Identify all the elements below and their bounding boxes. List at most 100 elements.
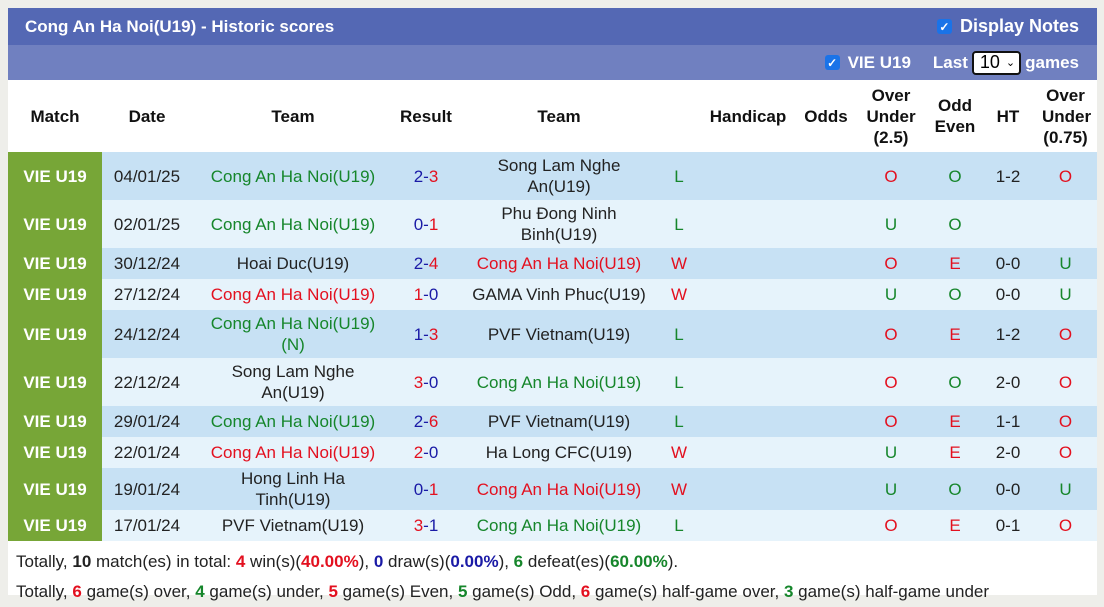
home-team[interactable]: Cong An Ha Noi(U19) (192, 279, 394, 310)
odd-even: O (928, 279, 982, 310)
table-header-row: Match Date Team Result Team Handicap Odds Over … (8, 80, 1097, 152)
column-header-odd-even: Odd Even (934, 96, 976, 136)
odds (798, 310, 854, 358)
away-team[interactable]: GAMA Vinh Phuc(U19) (458, 279, 660, 310)
table-row[interactable]: VIE U19 22/12/24 Song Lam Nghe An(U19) 3-0 C… (8, 358, 1097, 406)
away-score: 0 (428, 285, 439, 304)
over-under-0-75: O (1034, 437, 1097, 468)
odd-even: E (928, 437, 982, 468)
league-badge[interactable]: VIE U19 (8, 310, 102, 358)
odd-even: E (928, 248, 982, 279)
table-row[interactable]: VIE U19 04/01/25 Cong An Ha Noi(U19) 2-3 Son… (8, 152, 1097, 200)
over-under-2-5: O (854, 152, 928, 200)
summary-text: game(s) Odd, (467, 582, 581, 601)
table-row[interactable]: VIE U19 24/12/24 Cong An Ha Noi(U19) (N) 1-… (8, 310, 1097, 358)
half-time-score: 0-0 (982, 279, 1034, 310)
away-team[interactable]: Cong An Ha Noi(U19) (458, 510, 660, 541)
handicap (698, 468, 798, 510)
column-header-result: Result (400, 106, 452, 126)
league-badge[interactable]: VIE U19 (8, 152, 102, 200)
summary-results-line: Totally, 10 match(es) in total: 4 win(s)… (16, 547, 1089, 577)
table-row[interactable]: VIE U19 30/12/24 Hoai Duc(U19) 2-4 Cong An H… (8, 248, 1097, 279)
home-team[interactable]: Hong Linh Ha Tinh(U19) (192, 468, 394, 510)
historic-scores-panel: Cong An Ha Noi(U19) - Historic scores ✓ … (8, 8, 1097, 601)
handicap (698, 437, 798, 468)
half-time-score: 0-1 (982, 510, 1034, 541)
away-team[interactable]: Song Lam Nghe An(U19) (458, 152, 660, 200)
match-score[interactable]: 3-0 (394, 358, 458, 406)
league-badge[interactable]: VIE U19 (8, 468, 102, 510)
away-team[interactable]: Ha Long CFC(U19) (458, 437, 660, 468)
league-badge[interactable]: VIE U19 (8, 200, 102, 248)
league-badge[interactable]: VIE U19 (8, 279, 102, 310)
over-under-0-75 (1034, 200, 1097, 248)
summary-stat-value: 0.00% (450, 552, 499, 571)
table-row[interactable]: VIE U19 22/01/24 Cong An Ha Noi(U19) 2-0 Ha … (8, 437, 1097, 468)
match-score[interactable]: 2-0 (394, 437, 458, 468)
games-count-select[interactable]: 10 ⌄ (971, 50, 1022, 75)
match-result: L (660, 510, 698, 541)
away-team[interactable]: Cong An Ha Noi(U19) (458, 248, 660, 279)
away-score: 1 (428, 516, 439, 535)
scores-table: Match Date Team Result Team Handicap Odds Over … (8, 80, 1097, 541)
handicap (698, 358, 798, 406)
odds (798, 468, 854, 510)
match-result: W (660, 468, 698, 510)
match-score[interactable]: 0-1 (394, 468, 458, 510)
match-score[interactable]: 2-6 (394, 406, 458, 437)
odd-even: O (928, 152, 982, 200)
home-team[interactable]: PVF Vietnam(U19) (192, 510, 394, 541)
odds (798, 200, 854, 248)
summary-stat-value: 6 (513, 552, 524, 571)
league-badge[interactable]: VIE U19 (8, 510, 102, 541)
home-score: 1 (413, 285, 424, 304)
odd-even: O (928, 200, 982, 248)
summary-text: defeat(es)( (523, 552, 611, 571)
league-filter[interactable]: ✓ VIE U19 (824, 53, 911, 73)
league-badge[interactable]: VIE U19 (8, 248, 102, 279)
away-team[interactable]: Cong An Ha Noi(U19) (458, 358, 660, 406)
home-team[interactable]: Cong An Ha Noi(U19) (192, 152, 394, 200)
chevron-down-icon: ⌄ (1005, 57, 1016, 69)
match-score[interactable]: 3-1 (394, 510, 458, 541)
away-team[interactable]: PVF Vietnam(U19) (458, 406, 660, 437)
table-row[interactable]: VIE U19 17/01/24 PVF Vietnam(U19) 3-1 Cong A… (8, 510, 1097, 541)
match-score[interactable]: 2-4 (394, 248, 458, 279)
match-score[interactable]: 2-3 (394, 152, 458, 200)
match-date: 17/01/24 (102, 510, 192, 541)
league-badge[interactable]: VIE U19 (8, 358, 102, 406)
panel-title: Cong An Ha Noi(U19) - Historic scores (25, 16, 335, 36)
home-team[interactable]: Cong An Ha Noi(U19) (192, 200, 394, 248)
league-badge[interactable]: VIE U19 (8, 406, 102, 437)
display-notes-toggle[interactable]: ✓ Display Notes (936, 16, 1079, 37)
odds (798, 406, 854, 437)
title-bar: Cong An Ha Noi(U19) - Historic scores ✓ … (8, 8, 1097, 45)
match-score[interactable]: 1-3 (394, 310, 458, 358)
home-team[interactable]: Cong An Ha Noi(U19) (N) (192, 310, 394, 358)
match-result: L (660, 152, 698, 200)
table-row[interactable]: VIE U19 27/12/24 Cong An Ha Noi(U19) 1-0 GAM… (8, 279, 1097, 310)
summary-text: Totally, (16, 582, 73, 601)
column-header-home-team: Team (271, 106, 315, 126)
over-under-0-75: U (1034, 279, 1097, 310)
summary-text: ). (667, 552, 679, 571)
home-team[interactable]: Song Lam Nghe An(U19) (192, 358, 394, 406)
away-team[interactable]: Cong An Ha Noi(U19) (458, 468, 660, 510)
match-score[interactable]: 0-1 (394, 200, 458, 248)
table-row[interactable]: VIE U19 29/01/24 Cong An Ha Noi(U19) 2-6 PVF… (8, 406, 1097, 437)
away-team[interactable]: PVF Vietnam(U19) (458, 310, 660, 358)
display-notes-checkbox[interactable]: ✓ (936, 19, 952, 34)
home-team[interactable]: Cong An Ha Noi(U19) (192, 437, 394, 468)
away-score: 0 (428, 443, 439, 462)
away-team[interactable]: Phu Đong Ninh Binh(U19) (458, 200, 660, 248)
column-header-match: Match (30, 106, 80, 126)
league-filter-checkbox[interactable]: ✓ (824, 55, 840, 70)
home-team[interactable]: Hoai Duc(U19) (192, 248, 394, 279)
table-row[interactable]: VIE U19 19/01/24 Hong Linh Ha Tinh(U19) 0-1… (8, 468, 1097, 510)
match-result: L (660, 200, 698, 248)
table-row[interactable]: VIE U19 02/01/25 Cong An Ha Noi(U19) 0-1 Phu… (8, 200, 1097, 248)
handicap (698, 406, 798, 437)
league-badge[interactable]: VIE U19 (8, 437, 102, 468)
home-team[interactable]: Cong An Ha Noi(U19) (192, 406, 394, 437)
match-score[interactable]: 1-0 (394, 279, 458, 310)
